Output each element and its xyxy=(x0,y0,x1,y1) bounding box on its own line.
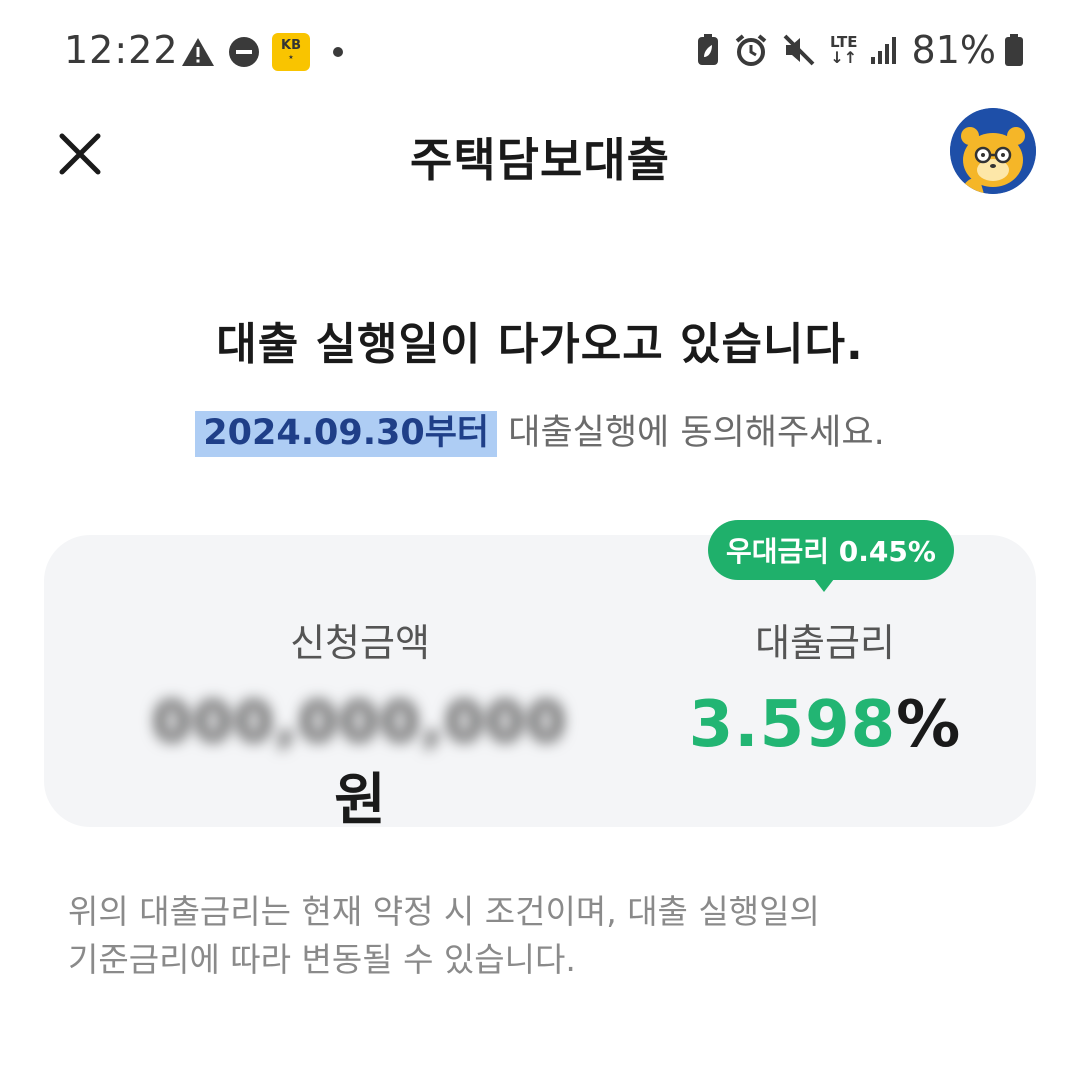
status-left-icons: KB ★ xyxy=(180,33,344,71)
rate-notice: 위의 대출금리는 현재 약정 시 조건이며, 대출 실행일의 기준금리에 따라 … xyxy=(68,888,968,984)
kb-badge-text: KB xyxy=(281,38,301,53)
notice-line-1: 위의 대출금리는 현재 약정 시 조건이며, 대출 실행일의 xyxy=(68,892,820,931)
app-header: 주택담보대출 xyxy=(0,100,1080,210)
kb-app-icon: KB ★ xyxy=(272,33,310,71)
amount-number-blurred: 000,000,000 xyxy=(152,690,568,755)
dot-icon xyxy=(332,46,344,58)
battery-saver-icon xyxy=(696,33,720,67)
amount-unit: 원 xyxy=(334,768,386,833)
battery-percent: 81% xyxy=(911,28,996,72)
battery-icon xyxy=(1004,33,1024,67)
page-title: 주택담보대출 xyxy=(410,133,670,187)
rate-label: 대출금리 xyxy=(755,621,895,665)
amount-label: 신청금액 xyxy=(290,621,430,665)
status-bar: 12:22 KB ★ LTE ↓↑ 81% xyxy=(0,0,1080,100)
loan-execution-screen: 12:22 KB ★ LTE ↓↑ 81% 주택담보대출 대출 실행일이 다가오… xyxy=(0,0,1080,1091)
rate-value: 3.598% xyxy=(640,688,1010,762)
signal-icon xyxy=(870,35,898,65)
character-avatar-icon xyxy=(950,108,1036,194)
avatar-button[interactable] xyxy=(950,108,1036,194)
status-right-icons: LTE ↓↑ 81% xyxy=(696,28,1024,72)
dnd-icon xyxy=(228,36,260,68)
sub-headline-text: 대출실행에 동의해주세요. xyxy=(497,413,885,453)
amount-value: 000,000,000 원 xyxy=(130,690,590,836)
status-time: 12:22 xyxy=(64,28,179,72)
rate-number: 3.598 xyxy=(688,688,897,762)
mute-icon xyxy=(782,33,816,67)
preferential-rate-badge: 우대금리 0.45% xyxy=(708,520,954,592)
warning-icon xyxy=(180,36,216,68)
notice-line-2: 기준금리에 따라 변동될 수 있습니다. xyxy=(68,940,576,979)
alarm-icon xyxy=(734,33,768,67)
rate-unit: % xyxy=(896,688,962,762)
lte-icon: LTE ↓↑ xyxy=(829,33,858,67)
headline: 대출 실행일이 다가오고 있습니다. xyxy=(216,319,864,370)
sub-headline: 2024.09.30부터 대출실행에 동의해주세요. xyxy=(0,404,1080,457)
execution-date-highlight: 2024.09.30부터 xyxy=(195,411,498,457)
